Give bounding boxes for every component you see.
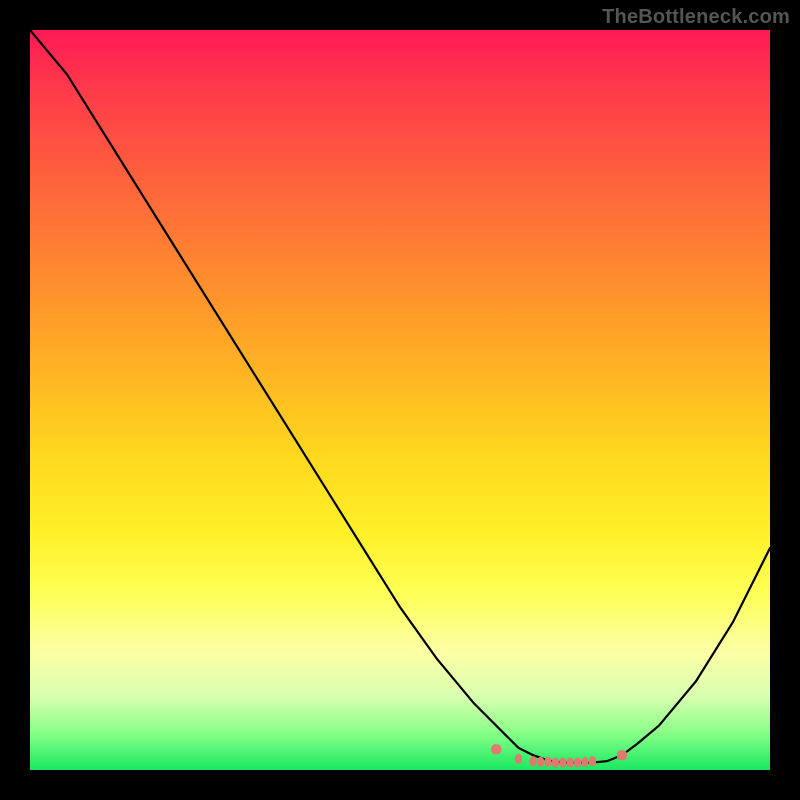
- marker-dot: [537, 757, 544, 767]
- marker-dot: [545, 757, 552, 767]
- marker-dot: [589, 756, 596, 766]
- marker-dot: [552, 758, 559, 768]
- watermark-text: TheBottleneck.com: [602, 6, 790, 29]
- marker-dot: [515, 754, 522, 764]
- marker-dot: [491, 744, 501, 754]
- marker-dot: [617, 750, 627, 760]
- bottleneck-curve: [30, 30, 770, 763]
- marker-dot: [530, 756, 537, 766]
- marker-dot: [559, 758, 566, 768]
- marker-dot: [582, 757, 589, 767]
- bottom-markers-group: [491, 744, 627, 767]
- plot-area: [30, 30, 770, 770]
- chart-container: TheBottleneck.com: [0, 0, 800, 800]
- marker-dot: [567, 758, 574, 768]
- curve-layer: [30, 30, 770, 770]
- marker-dot: [574, 758, 581, 768]
